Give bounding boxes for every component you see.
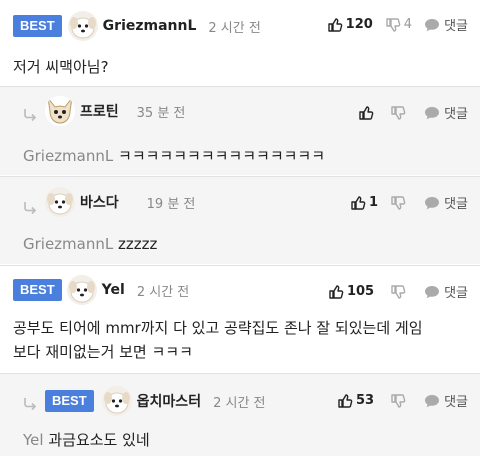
reply-1: 프로틴 35 분 전 댓글 GriezmannL ㅋㅋㅋㅋㅋㅋㅋㅋㅋㅋㅋㅋㅋㅋㅋ <box>0 87 480 175</box>
timestamp: 19 분 전 <box>146 196 196 212</box>
dislike-button[interactable]: 4 <box>385 17 412 33</box>
timestamp: 2 시간 전 <box>136 284 190 300</box>
reply-button[interactable]: 댓글 <box>424 193 468 212</box>
dislike-button[interactable] <box>390 105 406 121</box>
timestamp: 2 시간 전 <box>213 395 266 411</box>
reply-body: Yel 과금요소도 있네 <box>23 428 150 452</box>
avatar[interactable] <box>68 11 98 41</box>
like-button[interactable] <box>358 105 374 121</box>
reply-label: 댓글 <box>444 286 468 301</box>
comment-1: BEST GriezmannL 2 시간 전 120 4 댓글 저거 씨맥아님? <box>0 0 480 84</box>
like-count: 53 <box>355 393 375 408</box>
thumbs-down-icon <box>390 195 406 211</box>
reply-label: 댓글 <box>444 197 468 212</box>
thumbs-down-icon <box>385 17 401 33</box>
comment-2: BEST Yel 2 시간 전 105 댓글 공부도 티어에 mmr까지 다 있… <box>0 266 480 372</box>
speech-bubble-icon <box>424 195 440 211</box>
timestamp: 2 시간 전 <box>208 20 261 36</box>
username[interactable]: 프로틴 <box>80 101 119 121</box>
best-badge: BEST <box>13 279 62 301</box>
best-badge: BEST <box>45 390 94 412</box>
reply-label: 댓글 <box>444 107 468 122</box>
best-badge: BEST <box>13 15 62 37</box>
mention[interactable]: GriezmannL <box>23 147 113 165</box>
reply-text: ㅋㅋㅋㅋㅋㅋㅋㅋㅋㅋㅋㅋㅋㅋㅋ <box>118 147 326 165</box>
thumbs-down-icon <box>390 393 406 409</box>
reply-arrow-icon <box>22 107 38 123</box>
mention[interactable]: Yel <box>23 431 44 449</box>
comment-body-line-2: 보다 재미없는거 보면 ㅋㅋㅋ <box>13 343 193 361</box>
username[interactable]: Yel <box>102 282 125 298</box>
avatar[interactable] <box>67 275 97 305</box>
like-count: 1 <box>369 195 379 210</box>
reply-2: 바스다 19 분 전 1 댓글 GriezmannL zzzzz <box>0 177 480 264</box>
reply-button[interactable]: 댓글 <box>424 15 468 34</box>
comment-body-line-1: 공부도 티어에 mmr까지 다 있고 공략집도 존나 잘 되있는데 게임 <box>13 319 423 337</box>
reply-label: 댓글 <box>444 19 468 34</box>
speech-bubble-icon <box>424 17 440 33</box>
dislike-count: 4 <box>403 17 413 32</box>
like-button[interactable]: 53 <box>337 393 374 409</box>
reply-button[interactable]: 댓글 <box>424 103 468 122</box>
like-count: 120 <box>345 17 373 32</box>
thumbs-up-icon <box>350 195 366 211</box>
thumbs-down-icon <box>390 284 406 300</box>
reply-arrow-icon <box>22 200 38 216</box>
like-count: 105 <box>346 284 375 299</box>
username[interactable]: 옵치마스터 <box>137 391 201 411</box>
timestamp: 35 분 전 <box>136 105 186 121</box>
username[interactable]: GriezmannL <box>103 18 197 34</box>
reply-text: zzzzz <box>118 235 158 253</box>
dislike-button[interactable] <box>390 393 406 409</box>
reply-body: GriezmannL ㅋㅋㅋㅋㅋㅋㅋㅋㅋㅋㅋㅋㅋㅋㅋ <box>23 144 325 168</box>
dislike-button[interactable] <box>390 195 406 211</box>
avatar[interactable] <box>45 96 75 126</box>
comment-body: 저거 씨맥아님? <box>13 58 109 76</box>
reply-body: GriezmannL zzzzz <box>23 232 157 256</box>
username[interactable]: 바스다 <box>80 192 119 212</box>
like-button[interactable]: 1 <box>350 195 378 211</box>
like-button[interactable]: 105 <box>328 284 374 300</box>
reply-button[interactable]: 댓글 <box>424 282 468 301</box>
reply-3: BEST 옵치마스터 2 시간 전 53 댓글 Yel 과금요소도 있네 <box>0 374 480 456</box>
reply-button[interactable]: 댓글 <box>424 391 468 410</box>
reply-arrow-icon <box>22 396 38 412</box>
mention[interactable]: GriezmannL <box>23 235 113 253</box>
like-button[interactable]: 120 <box>327 17 373 33</box>
thumbs-up-icon <box>328 284 344 300</box>
speech-bubble-icon <box>424 105 440 121</box>
thumbs-down-icon <box>390 105 406 121</box>
reply-text: 과금요소도 있네 <box>48 431 150 449</box>
thumbs-up-icon <box>327 17 343 33</box>
avatar[interactable] <box>45 187 75 217</box>
speech-bubble-icon <box>424 284 440 300</box>
dislike-button[interactable] <box>390 284 406 300</box>
reply-label: 댓글 <box>444 395 468 410</box>
avatar[interactable] <box>102 386 132 416</box>
thumbs-up-icon <box>337 393 353 409</box>
speech-bubble-icon <box>424 393 440 409</box>
comment-body: 공부도 티어에 mmr까지 다 있고 공략집도 존나 잘 되있는데 게임 보다 … <box>13 316 423 364</box>
thumbs-up-icon <box>358 105 374 121</box>
